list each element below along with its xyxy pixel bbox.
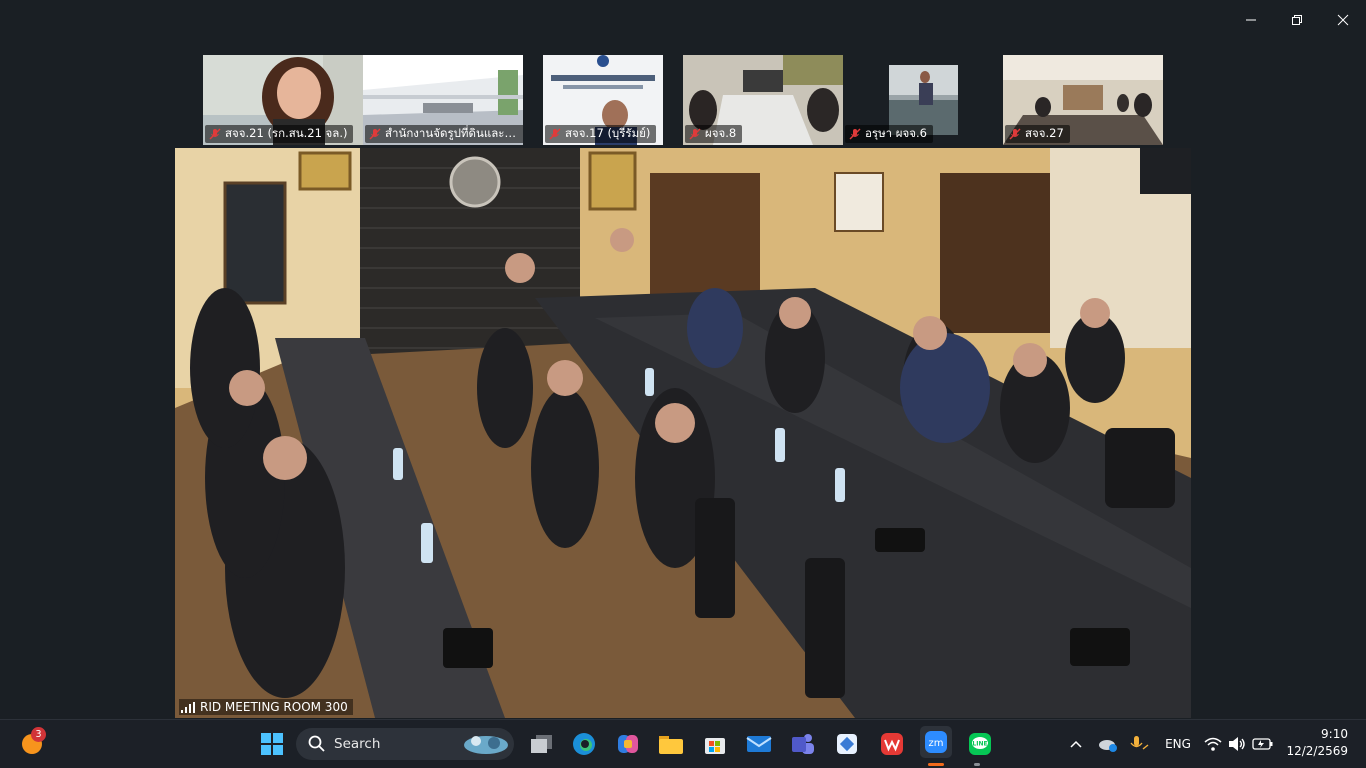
volume-icon: [1229, 737, 1245, 751]
muted-mic-icon: [1009, 128, 1021, 140]
participant-tile[interactable]: สำนักงานจัดรูปที่ดินและเก...: [363, 55, 523, 145]
search-icon: [308, 735, 325, 752]
minimize-button[interactable]: [1228, 0, 1274, 40]
notification-badge: 3: [31, 727, 46, 742]
clock-button[interactable]: 9:10 12/2/2569: [1286, 726, 1348, 760]
participant-tile[interactable]: อรุษา ผจจ.6: [843, 55, 1003, 145]
clock-time: 9:10: [1321, 727, 1348, 741]
participant-name-bar: สจจ.21 (รก.สน.21 จล.): [205, 125, 354, 143]
folder-icon: [659, 736, 683, 754]
zoom-icon: zm: [925, 731, 947, 753]
teams-icon: [792, 734, 814, 754]
signal-strength-icon: [181, 701, 195, 713]
participant-name: ผจจ.8: [705, 126, 737, 140]
participant-name-bar: สจจ.17 (บุรีรัมย์): [545, 125, 657, 143]
input-language-button[interactable]: ENG: [1162, 732, 1194, 756]
taskbar-search[interactable]: Search: [296, 728, 514, 760]
quick-settings-button[interactable]: [1203, 730, 1275, 758]
restore-icon: [1292, 15, 1302, 25]
battery-charging-icon: [1252, 738, 1273, 750]
clock-date: 12/2/2569: [1286, 744, 1348, 758]
muted-mic-icon: [369, 128, 381, 140]
participant-name-bar: อรุษา ผจจ.6: [845, 125, 933, 143]
chevron-up-icon: [1070, 740, 1082, 748]
copilot-icon: [618, 735, 638, 753]
main-video[interactable]: RID MEETING ROOM 300: [175, 148, 1191, 718]
search-highlight-icon: [464, 736, 508, 754]
participant-name-bar: ผจจ.8: [685, 125, 743, 143]
microphone-tray-button[interactable]: [1128, 734, 1150, 754]
copilot-button[interactable]: [614, 730, 642, 758]
meeting-room-video: [175, 148, 1191, 718]
wifi-icon: [1204, 737, 1222, 751]
participant-strip: สจจ.21 (รก.สน.21 จล.) สำนักงานจัดรูปที่ด…: [0, 55, 1366, 145]
muted-mic-icon: [849, 128, 861, 140]
wps-icon: [881, 733, 903, 755]
room-name: RID MEETING ROOM 300: [200, 700, 348, 714]
windows-icon: [261, 733, 283, 755]
store-icon: [705, 738, 725, 754]
muted-mic-icon: [209, 128, 221, 140]
restore-button[interactable]: [1274, 0, 1320, 40]
participant-tile[interactable]: สจจ.17 (บุรีรัมย์): [543, 55, 663, 145]
teams-button[interactable]: [789, 730, 817, 758]
close-icon: [1337, 14, 1349, 26]
participant-name-bar: สจจ.27: [1005, 125, 1070, 143]
show-hidden-icons-button[interactable]: [1066, 734, 1086, 754]
zoom-button[interactable]: zm: [920, 726, 952, 758]
search-label: Search: [334, 736, 381, 752]
wps-office-button[interactable]: [878, 730, 906, 758]
line-running-indicator: [974, 763, 980, 766]
participant-name: สจจ.17 (บุรีรัมย์): [565, 126, 651, 140]
muted-mic-icon: [549, 128, 561, 140]
app-icon: [837, 734, 857, 754]
participant-name-bar: สำนักงานจัดรูปที่ดินและเก...: [365, 125, 523, 143]
participant-name: สจจ.27: [1025, 126, 1064, 140]
microsoft-store-button[interactable]: [701, 730, 729, 758]
window-controls: [1228, 0, 1366, 40]
minimize-icon: [1246, 19, 1256, 21]
room-name-label: RID MEETING ROOM 300: [179, 699, 353, 715]
mail-button[interactable]: [745, 730, 773, 758]
edge-button[interactable]: [570, 730, 598, 758]
task-view-icon: [531, 735, 552, 753]
line-icon: LINE: [969, 733, 991, 755]
onedrive-tray-button[interactable]: [1097, 734, 1119, 754]
participant-name: สจจ.21 (รก.สน.21 จล.): [225, 126, 348, 140]
participant-tile[interactable]: สจจ.27: [1003, 55, 1163, 145]
line-button[interactable]: LINE: [966, 730, 994, 758]
svg-text:zm: zm: [929, 738, 944, 749]
participant-tile[interactable]: สจจ.21 (รก.สน.21 จล.): [203, 55, 363, 145]
muted-mic-icon: [689, 128, 701, 140]
participant-name: อรุษา ผจจ.6: [865, 126, 927, 140]
participant-tile[interactable]: ผจจ.8: [683, 55, 843, 145]
cloud-icon: [1099, 740, 1117, 752]
task-view-button[interactable]: [528, 730, 556, 758]
svg-text:LINE: LINE: [972, 741, 987, 748]
app-button[interactable]: [833, 730, 861, 758]
zoom-active-indicator: [928, 763, 944, 766]
mail-icon: [746, 736, 772, 752]
input-language: ENG: [1165, 737, 1191, 751]
edge-icon: [573, 733, 595, 755]
participant-name: สำนักงานจัดรูปที่ดินและเก...: [385, 126, 519, 140]
close-button[interactable]: [1320, 0, 1366, 40]
start-button[interactable]: [258, 729, 286, 759]
taskbar: Search zm LINE ENG 9:10 12/2/2569: [0, 719, 1366, 768]
microphone-in-use-icon: [1130, 736, 1149, 750]
file-explorer-button[interactable]: [657, 730, 685, 758]
